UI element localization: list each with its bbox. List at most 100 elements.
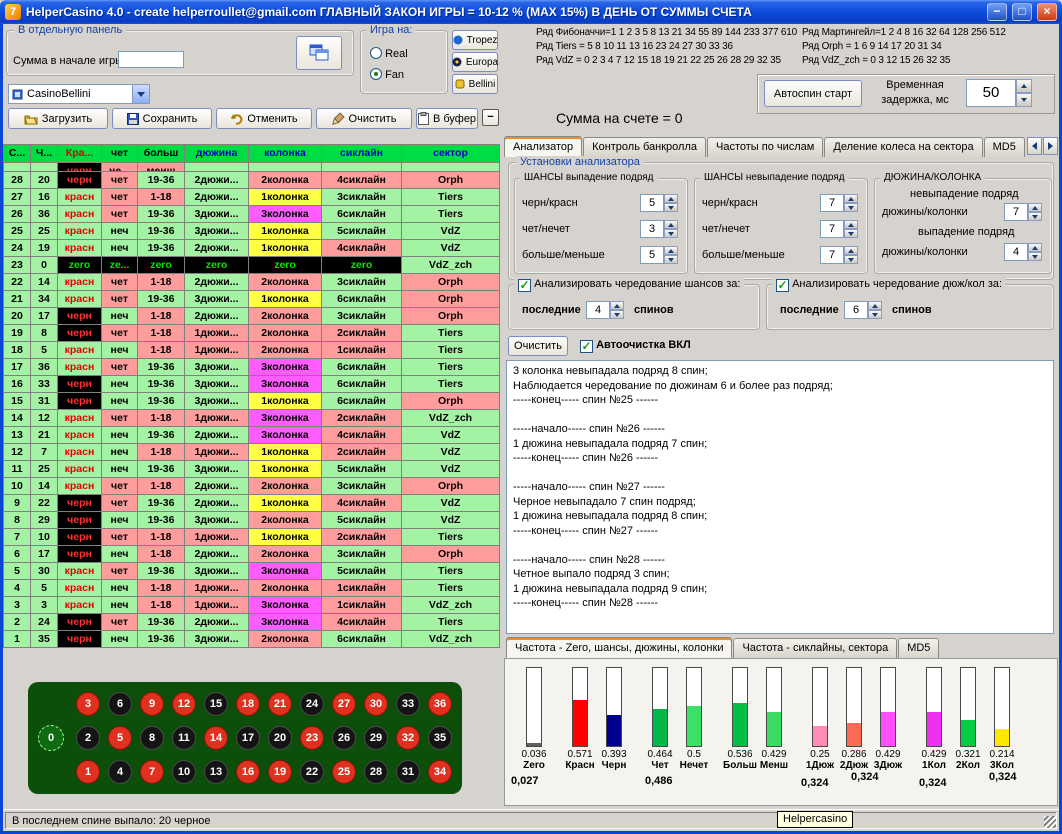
tab-wheel-sectors[interactable]: Деление колеса на сектора: [824, 137, 982, 157]
spinner-value[interactable]: 7: [820, 220, 844, 238]
board-number-17[interactable]: 17: [236, 726, 260, 750]
board-number-21[interactable]: 21: [268, 692, 292, 716]
board-number-19[interactable]: 19: [268, 760, 292, 784]
spinner-up-button[interactable]: [1028, 203, 1042, 212]
board-number-13[interactable]: 13: [204, 760, 228, 784]
radio-real-circle[interactable]: [370, 47, 382, 59]
tropez-button[interactable]: Tropez: [452, 30, 498, 50]
detach-panel-button[interactable]: [296, 36, 342, 70]
board-number-26[interactable]: 26: [332, 726, 356, 750]
start-sum-input[interactable]: [118, 51, 184, 68]
europa-button[interactable]: Europa: [452, 52, 498, 72]
spinner-down-button[interactable]: [664, 255, 678, 264]
spinner-up-button[interactable]: [1016, 79, 1032, 93]
clear-table-button[interactable]: Очистить: [316, 108, 412, 129]
maximize-button[interactable]: □: [1012, 3, 1032, 21]
spinner-up-button[interactable]: [844, 220, 858, 229]
board-number-7[interactable]: 7: [140, 760, 164, 784]
spinner-value[interactable]: 5: [640, 194, 664, 212]
board-number-14[interactable]: 14: [204, 726, 228, 750]
board-number-3[interactable]: 3: [76, 692, 100, 716]
clear-log-button[interactable]: Очистить: [508, 336, 568, 356]
board-number-33[interactable]: 33: [396, 692, 420, 716]
casino-select[interactable]: CasinoBellini: [8, 84, 150, 104]
tabs-scroll-left-button[interactable]: [1027, 137, 1042, 155]
board-number-4[interactable]: 4: [108, 760, 132, 784]
board-number-29[interactable]: 29: [364, 726, 388, 750]
alt-chances-checkbox[interactable]: ✓: [518, 279, 531, 292]
board-number-5[interactable]: 5: [108, 726, 132, 750]
board-number-22[interactable]: 22: [300, 760, 324, 784]
spinner-down-button[interactable]: [844, 203, 858, 212]
spinner-up-button[interactable]: [844, 194, 858, 203]
board-number-36[interactable]: 36: [428, 692, 452, 716]
spinner-up-button[interactable]: [844, 246, 858, 255]
board-number-35[interactable]: 35: [428, 726, 452, 750]
spinner-value[interactable]: 6: [844, 301, 868, 319]
save-button[interactable]: Сохранить: [112, 108, 212, 129]
spinner-up-button[interactable]: [664, 246, 678, 255]
board-number-8[interactable]: 8: [140, 726, 164, 750]
undo-button[interactable]: Отменить: [216, 108, 312, 129]
minimize-button[interactable]: −: [987, 3, 1007, 21]
board-number-9[interactable]: 9: [140, 692, 164, 716]
board-number-11[interactable]: 11: [172, 726, 196, 750]
resize-grip[interactable]: [1044, 816, 1056, 828]
board-number-34[interactable]: 34: [428, 760, 452, 784]
freq-tab-md5[interactable]: MD5: [898, 638, 939, 658]
board-number-24[interactable]: 24: [300, 692, 324, 716]
to-clipboard-button[interactable]: В буфер: [416, 108, 478, 129]
tab-analyzer[interactable]: Анализатор: [504, 136, 582, 157]
spinner-up-button[interactable]: [610, 301, 624, 310]
tab-md5[interactable]: MD5: [984, 137, 1025, 157]
spinner-down-button[interactable]: [610, 310, 624, 319]
board-number-20[interactable]: 20: [268, 726, 292, 750]
spinner-down-button[interactable]: [1028, 252, 1042, 261]
alt-dozcol-checkbox[interactable]: ✓: [776, 279, 789, 292]
autospin-start-button[interactable]: Автоспин старт: [764, 80, 862, 107]
board-number-18[interactable]: 18: [236, 692, 260, 716]
spinner-down-button[interactable]: [664, 229, 678, 238]
freq-tab-main[interactable]: Частота - Zero, шансы, дюжины, колонки: [506, 637, 732, 658]
spinner-up-button[interactable]: [868, 301, 882, 310]
board-number-25[interactable]: 25: [332, 760, 356, 784]
spinner-value[interactable]: 4: [586, 301, 610, 319]
autoclear-control[interactable]: ✓ Автоочистка ВКЛ: [580, 339, 691, 353]
spinner-up-button[interactable]: [664, 220, 678, 229]
spinner-up-button[interactable]: [664, 194, 678, 203]
board-number-30[interactable]: 30: [364, 692, 388, 716]
spinner-down-button[interactable]: [844, 229, 858, 238]
board-number-23[interactable]: 23: [300, 726, 324, 750]
spinner-value[interactable]: 7: [820, 194, 844, 212]
spinner-down-button[interactable]: [868, 310, 882, 319]
freq-tab-sixline-sector[interactable]: Частота - сиклайны, сектора: [733, 638, 897, 658]
spinner-value[interactable]: 3: [640, 220, 664, 238]
load-button[interactable]: Загрузить: [8, 108, 108, 129]
board-number-12[interactable]: 12: [172, 692, 196, 716]
board-number-28[interactable]: 28: [364, 760, 388, 784]
spinner-value[interactable]: 7: [820, 246, 844, 264]
board-number-0[interactable]: 0: [38, 725, 64, 751]
spinner-up-button[interactable]: [1028, 243, 1042, 252]
spinner-value[interactable]: 5: [640, 246, 664, 264]
board-number-2[interactable]: 2: [76, 726, 100, 750]
board-number-6[interactable]: 6: [108, 692, 132, 716]
radio-fan[interactable]: Fan: [370, 68, 404, 81]
tab-bankroll-control[interactable]: Контроль банкролла: [583, 137, 706, 157]
tabs-scroll-right-button[interactable]: [1043, 137, 1058, 155]
spinner-down-button[interactable]: [664, 203, 678, 212]
board-number-10[interactable]: 10: [172, 760, 196, 784]
board-number-1[interactable]: 1: [76, 760, 100, 784]
spinner-down-button[interactable]: [1028, 212, 1042, 221]
close-button[interactable]: ×: [1037, 3, 1057, 21]
collapse-button[interactable]: −: [482, 109, 499, 126]
board-number-15[interactable]: 15: [204, 692, 228, 716]
log-area[interactable]: 3 колонка невыпадала подряд 8 спин; Набл…: [506, 360, 1054, 634]
spinner-down-button[interactable]: [844, 255, 858, 264]
spinner-value[interactable]: 4: [1004, 243, 1028, 261]
tab-number-frequencies[interactable]: Частоты по числам: [707, 137, 823, 157]
spinner-value[interactable]: 7: [1004, 203, 1028, 221]
board-number-31[interactable]: 31: [396, 760, 420, 784]
spinner-down-button[interactable]: [1016, 93, 1032, 107]
board-number-16[interactable]: 16: [236, 760, 260, 784]
